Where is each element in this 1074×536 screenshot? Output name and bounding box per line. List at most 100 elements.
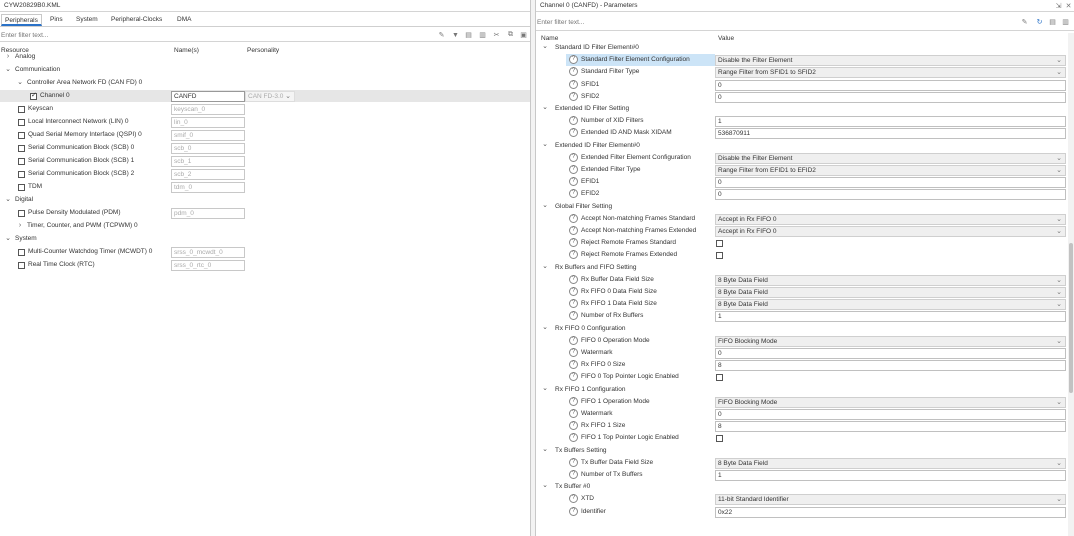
paste-icon[interactable]: ▣ — [519, 31, 528, 39]
resource-checkbox[interactable] — [18, 158, 25, 165]
parameter-group[interactable]: ⌄ Rx FIFO 1 Configuration — [536, 384, 1064, 396]
resource-name-field[interactable]: tdm_0 — [171, 182, 245, 193]
column-name[interactable]: Name — [541, 35, 558, 42]
resource-checkbox[interactable] — [18, 210, 25, 217]
tree-row[interactable]: ⌄ Communication — [0, 64, 530, 77]
parameter-scrollbar[interactable] — [1068, 33, 1074, 536]
parameter-group[interactable]: ⌄ Extended ID Filter Element#0 — [536, 140, 1064, 152]
eraser-icon[interactable]: ✎ — [1020, 18, 1029, 26]
parameter-input[interactable]: 0 — [715, 91, 1066, 103]
resource-checkbox[interactable] — [18, 106, 25, 113]
chevron-down-icon[interactable]: ⌄ — [541, 384, 549, 394]
parameter-dropdown[interactable]: Range Filter from EFID1 to EFID2 ⌄ — [715, 165, 1066, 176]
help-icon[interactable]: ? — [569, 433, 578, 443]
chevron-down-icon[interactable]: ⌄ — [541, 201, 549, 211]
tree-row[interactable]: Pulse Density Modulated (PDM) pdm_0 — [0, 207, 530, 220]
resource-name-field[interactable]: srss_0_mcwdt_0 — [171, 247, 245, 258]
parameter-input[interactable]: 536870911 — [715, 128, 1066, 140]
parameter-input[interactable]: 1 — [715, 116, 1066, 128]
parameter-dropdown[interactable]: 8 Byte Data Field ⌄ — [715, 457, 1066, 469]
pin-icon[interactable]: ⇲ — [1054, 2, 1063, 10]
parameter-group[interactable]: ⌄ Tx Buffer #0 — [536, 481, 1064, 493]
column-value[interactable]: Value — [718, 35, 734, 42]
help-icon[interactable]: ? — [569, 494, 578, 504]
resource-name-field[interactable]: pdm_0 — [171, 208, 245, 219]
parameter-group[interactable]: ⌄ Tx Buffers Setting — [536, 445, 1064, 457]
parameter-dropdown[interactable]: FIFO Blocking Mode ⌄ — [715, 335, 1066, 347]
help-icon[interactable]: ? — [569, 213, 578, 223]
parameter-checkbox[interactable] — [716, 252, 723, 260]
chevron-down-icon[interactable]: ⌄ — [541, 103, 549, 113]
resource-checkbox[interactable] — [18, 119, 25, 126]
resource-name-field[interactable]: scb_0 — [171, 143, 245, 154]
tree-row[interactable]: Serial Communication Block (SCB) 2 scb_2 — [0, 168, 530, 181]
parameter-input[interactable]: 0 — [715, 177, 1066, 189]
parameter-dropdown[interactable]: 8 Byte Data Field ⌄ — [715, 274, 1066, 286]
tree-row[interactable]: Multi-Counter Watchdog Timer (MCWDT) 0 sr… — [0, 246, 530, 259]
help-icon[interactable]: ? — [569, 311, 578, 321]
parameter-input[interactable]: 8 — [715, 421, 1066, 433]
tree-row[interactable]: › Timer, Counter, and PWM (TCPWM) 0 — [0, 220, 530, 233]
columns-icon[interactable]: ▤ — [464, 31, 473, 39]
resource-checkbox[interactable] — [30, 91, 37, 100]
help-icon[interactable]: ? — [569, 165, 578, 174]
chevron-down-icon[interactable]: ⌄ — [16, 78, 24, 88]
help-icon[interactable]: ? — [569, 250, 578, 260]
parameter-dropdown[interactable]: Disable the Filter Element ⌄ — [715, 55, 1066, 67]
personality-dropdown[interactable]: CAN FD-3.0 ⌄ — [245, 91, 295, 102]
parameter-checkbox[interactable] — [716, 240, 723, 248]
parameter-input[interactable]: 8 — [715, 360, 1066, 372]
parameter-group[interactable]: ⌄ Global Filter Setting — [536, 201, 1064, 213]
refresh-icon[interactable]: ↻ — [1035, 18, 1044, 26]
resource-checkbox[interactable] — [18, 249, 25, 256]
parameter-dropdown[interactable]: Range Filter from SFID1 to SFID2 ⌄ — [715, 67, 1066, 79]
parameter-dropdown[interactable]: 8 Byte Data Field ⌄ — [715, 287, 1066, 298]
tab-dma[interactable]: DMA — [174, 14, 194, 26]
help-icon[interactable]: ? — [569, 226, 578, 235]
help-icon[interactable]: ? — [569, 348, 578, 357]
chevron-down-icon[interactable]: ⌄ — [4, 195, 12, 205]
help-icon[interactable]: ? — [569, 470, 578, 479]
help-icon[interactable]: ? — [569, 299, 578, 309]
resource-name-field[interactable]: scb_1 — [171, 156, 245, 167]
tree-row[interactable]: › Analog — [0, 51, 530, 64]
tree-row[interactable]: ⌄ System — [0, 233, 530, 246]
parameter-input[interactable]: 0 — [715, 348, 1066, 359]
chevron-down-icon[interactable]: ⌄ — [541, 445, 549, 455]
tree-row[interactable]: Keyscan keyscan_0 — [0, 103, 530, 116]
help-icon[interactable]: ? — [569, 116, 578, 126]
help-icon[interactable]: ? — [569, 409, 578, 418]
parameter-group[interactable]: ⌄ Extended ID Filter Setting — [536, 103, 1064, 115]
parameter-checkbox[interactable] — [716, 374, 723, 382]
layout-icon[interactable]: ▥ — [478, 31, 487, 39]
tree-row[interactable]: Channel 0 CANFDCAN FD-3.0⌄ — [0, 90, 530, 103]
resource-name-field[interactable]: smif_0 — [171, 130, 245, 141]
help-icon[interactable]: ? — [569, 457, 578, 467]
close-icon[interactable]: ✕ — [1064, 2, 1073, 10]
help-icon[interactable]: ? — [569, 396, 578, 406]
tab-peripheral-clocks[interactable]: Peripheral-Clocks — [108, 14, 165, 26]
help-icon[interactable]: ? — [569, 372, 578, 382]
tree-row[interactable]: ⌄ Digital — [0, 194, 530, 207]
chevron-down-icon[interactable]: ⌄ — [541, 481, 549, 491]
parameter-dropdown[interactable]: FIFO Blocking Mode ⌄ — [715, 396, 1066, 408]
chevron-down-icon[interactable]: ⌄ — [541, 262, 549, 272]
parameter-dropdown[interactable]: Accept in Rx FIFO 0 ⌄ — [715, 213, 1066, 225]
tree-row[interactable]: Quad Serial Memory Interface (QSPI) 0 smi… — [0, 129, 530, 142]
chevron-down-icon[interactable]: ⌄ — [541, 140, 549, 150]
chevron-down-icon[interactable]: ⌄ — [4, 234, 12, 244]
eraser-icon[interactable]: ✎ — [437, 31, 446, 39]
tree-row[interactable]: TDM tdm_0 — [0, 181, 530, 194]
parameter-input[interactable]: 1 — [715, 311, 1066, 323]
filter-icon[interactable]: ▼ — [451, 31, 460, 39]
expand-icon[interactable]: ▥ — [1061, 18, 1070, 26]
resource-name-field[interactable]: keyscan_0 — [171, 104, 245, 115]
resource-checkbox[interactable] — [18, 145, 25, 152]
parameter-group[interactable]: ⌄ Rx FIFO 0 Configuration — [536, 323, 1064, 335]
parameter-input[interactable]: 0 — [715, 79, 1066, 91]
parameter-checkbox[interactable] — [716, 435, 723, 443]
tab-system[interactable]: System — [73, 14, 101, 26]
chevron-down-icon[interactable]: ⌄ — [4, 65, 12, 75]
help-icon[interactable]: ? — [569, 67, 578, 77]
parameter-dropdown[interactable]: Accept in Rx FIFO 0 ⌄ — [715, 226, 1066, 237]
